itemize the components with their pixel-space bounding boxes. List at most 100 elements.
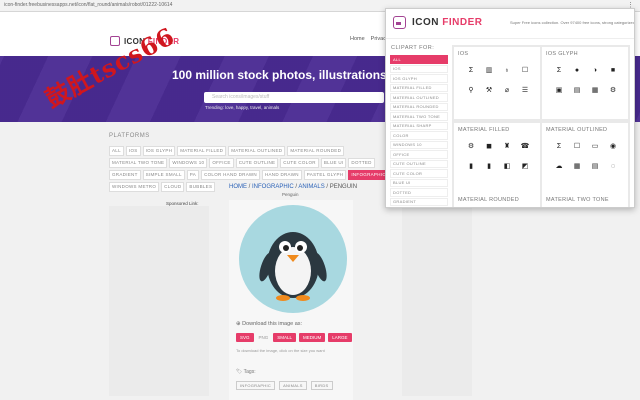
nav-home[interactable]: Home	[350, 36, 365, 42]
clipart-item[interactable]: MATERIAL TWO TONE	[390, 112, 448, 121]
tags-title-text: Tags:	[243, 369, 256, 375]
clipart-icon[interactable]: ⌀	[498, 83, 516, 97]
breadcrumb-subcategory[interactable]: ANIMALS	[298, 184, 324, 190]
platform-chip[interactable]: CUTE COLOR	[280, 158, 319, 168]
clipart-icon[interactable]: ◩	[516, 159, 534, 173]
svg-button[interactable]: SVG	[236, 333, 254, 342]
platform-chip[interactable]: WINDOWS METRO	[109, 182, 160, 192]
clipart-item[interactable]: BLUE UI	[390, 178, 448, 187]
clipart-icon[interactable]: ☐	[568, 139, 586, 153]
platform-chip[interactable]: MATERIAL OUTLINED	[228, 146, 286, 156]
clipart-icon[interactable]: ▣	[550, 83, 568, 97]
clipart-icon[interactable]: ☁	[550, 159, 568, 173]
platform-chip[interactable]: IOS GLYPH	[142, 146, 176, 156]
search-input[interactable]: Search icons/images/stuff	[204, 92, 384, 103]
clipart-icon[interactable]: ☎	[516, 139, 534, 153]
clipart-icon[interactable]: ◌	[604, 159, 622, 173]
clipart-item[interactable]: IOS GLYPH	[390, 74, 448, 83]
clipart-icon[interactable]: ◧	[498, 159, 516, 173]
clipart-item[interactable]: DOTTED	[390, 188, 448, 197]
download-buttons: SVG PNG SMALL MEDIUM LARGE	[236, 333, 352, 342]
clipart-icon[interactable]: ▦	[568, 159, 586, 173]
clipart-item[interactable]: MATERIAL FILLED	[390, 83, 448, 92]
large-button[interactable]: LARGE	[328, 333, 352, 342]
clipart-item[interactable]: COLOR	[390, 131, 448, 140]
clipart-icon[interactable]: ▦	[586, 83, 604, 97]
clipart-icon[interactable]: ▤	[568, 83, 586, 97]
clipart-item[interactable]: SIMPLE SMALL	[390, 207, 448, 208]
breadcrumb-category[interactable]: INFOGRAPHIC	[252, 184, 294, 190]
platform-chip[interactable]: DOTTED	[348, 158, 375, 168]
icon-card[interactable]: IOS GLYPH Σ ● ◑ ■ ▣ ▤ ▦ ⚙	[542, 47, 628, 119]
platform-chip[interactable]: HAND DRAWN	[261, 170, 302, 180]
clipart-icon[interactable]: ▤	[586, 159, 604, 173]
clipart-item[interactable]: MATERIAL SHARP	[390, 121, 448, 130]
icon-card[interactable]: MATERIAL FILLED ⚙ ◼ ♜ ☎ ▮ ▮ ◧ ◩	[454, 123, 540, 195]
clipart-icon[interactable]: ◑	[586, 63, 604, 77]
platform-chip[interactable]: BLUE UI	[320, 158, 347, 168]
platform-chip[interactable]: MATERIAL TWO TONE	[109, 158, 168, 168]
icon-card-grid: Σ ☐ ▭ ◉ ☁ ▦ ▤ ◌	[550, 139, 622, 173]
clipart-item[interactable]: CUTE COLOR	[390, 169, 448, 178]
clipart-icon[interactable]: ●	[568, 63, 586, 77]
platform-chip[interactable]: MATERIAL ROUNDED	[287, 146, 345, 156]
clipart-icon[interactable]: ▭	[586, 139, 604, 153]
clipart-icon[interactable]: ◉	[604, 139, 622, 153]
clipart-item[interactable]: GRADIENT	[390, 197, 448, 206]
icon-card[interactable]: IOS Σ ▥ ♁ ☐ ⚲ ⚒ ⌀ ☰	[454, 47, 540, 119]
clipart-icon[interactable]: ⚙	[604, 83, 622, 97]
clipart-icon[interactable]: ⚒	[480, 83, 498, 97]
tag-item[interactable]: INFOGRAPHIC	[236, 381, 276, 390]
popup-header: ICON FINDER Super Free icons collection.…	[386, 9, 634, 39]
clipart-icon[interactable]: Σ	[550, 63, 568, 77]
platform-chip[interactable]: INFOGRAPHIC	[348, 170, 389, 180]
clipart-icon[interactable]: Σ	[462, 63, 480, 77]
clipart-item[interactable]: OFFICE	[390, 150, 448, 159]
clipart-icon[interactable]: ♜	[498, 139, 516, 153]
clipart-icon[interactable]: ⚙	[462, 139, 480, 153]
clipart-icon[interactable]: ■	[604, 63, 622, 77]
platform-chip[interactable]: GRADIENT	[109, 170, 141, 180]
platform-chip[interactable]: COLOR HAND DRAWN	[201, 170, 260, 180]
platform-chip[interactable]: BUBBLES	[186, 182, 216, 192]
icon-card[interactable]: MATERIAL OUTLINED Σ ☐ ▭ ◉ ☁ ▦ ▤ ◌	[542, 123, 628, 195]
clipart-item[interactable]: ALL	[390, 55, 448, 64]
icon-card-grid: ⚙ ◼ ♜ ☎ ▮ ▮ ◧ ◩	[462, 139, 534, 173]
clipart-item[interactable]: MATERIAL OUTLINED	[390, 93, 448, 102]
clipart-icon[interactable]: ☐	[516, 63, 534, 77]
clipart-icon[interactable]: ☰	[516, 83, 534, 97]
icon-card[interactable]: MATERIAL TWO TONE	[542, 193, 628, 207]
platform-chip[interactable]: CUTE OUTLINE	[235, 158, 279, 168]
clipart-item[interactable]: CUTE OUTLINE	[390, 159, 448, 168]
icon-card[interactable]: MATERIAL ROUNDED	[454, 193, 540, 207]
clipart-icon[interactable]: ▮	[462, 159, 480, 173]
clipart-item[interactable]: MATERIAL ROUNDED	[390, 102, 448, 111]
clipart-icon[interactable]: ♁	[498, 63, 516, 77]
platform-chip[interactable]: IOS	[125, 146, 141, 156]
clipart-icon[interactable]: ▥	[480, 63, 498, 77]
ad-slot-left[interactable]	[109, 206, 209, 396]
tag-item[interactable]: BIRDS	[310, 381, 333, 390]
platform-chip[interactable]: PA	[186, 170, 200, 180]
icon-card-title: MATERIAL ROUNDED	[458, 197, 520, 203]
medium-button[interactable]: MEDIUM	[299, 333, 326, 342]
clipart-item[interactable]: WINDOWS 10	[390, 140, 448, 149]
ad-slot-right[interactable]	[402, 206, 472, 396]
platform-chip[interactable]: PASTEL GLYPH	[303, 170, 347, 180]
platform-chip[interactable]: MATERIAL FILLED	[177, 146, 227, 156]
platform-chip[interactable]: CLOUD	[161, 182, 185, 192]
platform-chip[interactable]: OFFICE	[209, 158, 234, 168]
platform-chip[interactable]: WINDOWS 10	[169, 158, 208, 168]
breadcrumb-home[interactable]: HOME	[229, 184, 247, 190]
platform-chip[interactable]: ALL	[109, 146, 124, 156]
small-button[interactable]: SMALL	[273, 333, 297, 342]
clipart-icon[interactable]: Σ	[550, 139, 568, 153]
clipart-item[interactable]: IOS	[390, 64, 448, 73]
clipart-icon[interactable]: ◼	[480, 139, 498, 153]
popup-logo-icon	[393, 16, 406, 29]
icon-card-title: IOS	[458, 51, 469, 57]
clipart-icon[interactable]: ⚲	[462, 83, 480, 97]
platform-chip[interactable]: SIMPLE SMALL	[142, 170, 185, 180]
clipart-icon[interactable]: ▮	[480, 159, 498, 173]
tag-item[interactable]: ANIMALS	[279, 381, 307, 390]
